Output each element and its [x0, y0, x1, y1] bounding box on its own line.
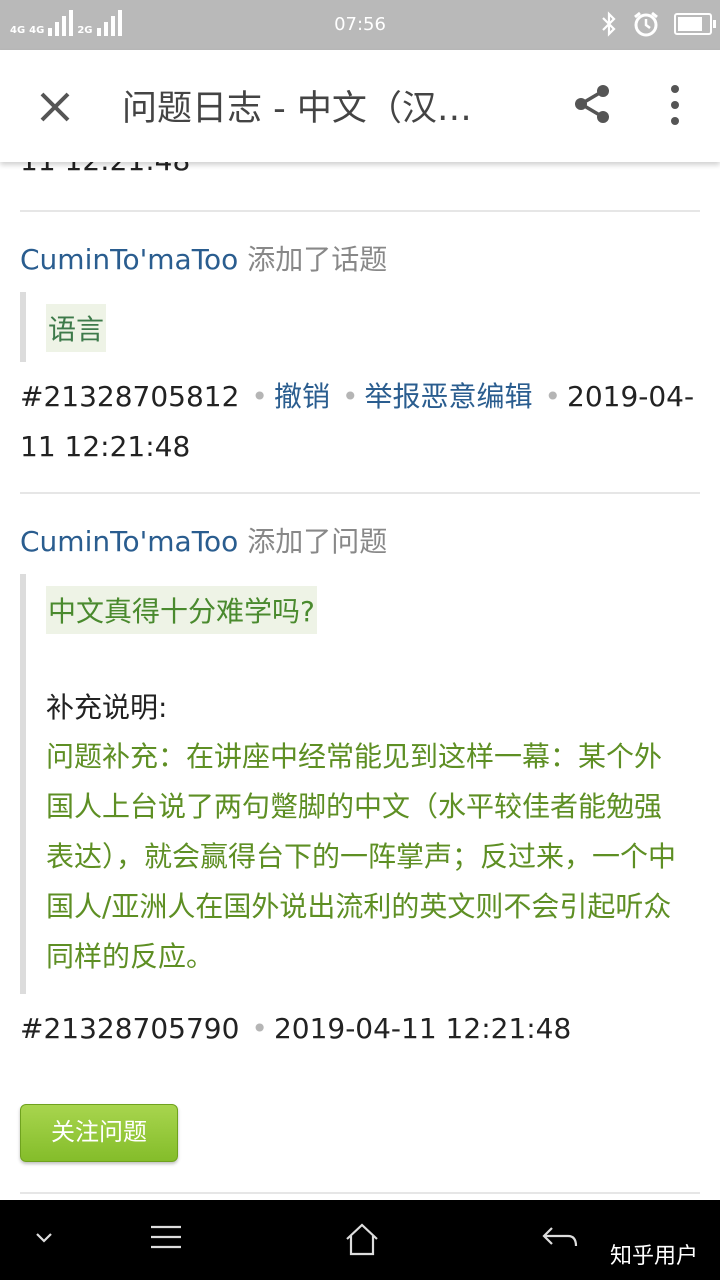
user-link[interactable]: CuminTo'maToo — [20, 243, 238, 276]
close-icon[interactable] — [30, 82, 80, 132]
divider — [20, 210, 700, 212]
home-icon[interactable] — [342, 1220, 382, 1258]
battery-level — [678, 17, 702, 31]
description-label: 补充说明: — [46, 691, 168, 724]
entry-header: CuminTo'maToo 添加了问题 — [20, 520, 387, 560]
divider — [20, 492, 700, 494]
entry-id: #21328705790 — [20, 1012, 240, 1045]
chevron-down-icon[interactable] — [34, 1230, 54, 1246]
entry-header: CuminTo'maToo 添加了话题 — [20, 238, 387, 278]
app-bar: 问题日志 - 中文（汉… — [0, 50, 720, 162]
navigation-bar: 知乎用户 — [0, 1200, 720, 1280]
entry-meta: #21328705790 • 2019-04-11 12:21:48 — [20, 1012, 572, 1045]
entry-meta: #21328705812 • 撤销 • 举报恶意编辑 • 2019-04- 11 12:21… — [20, 380, 695, 463]
description-text: 问题补充：在讲座中经常能见到这样一幕：某个外国人上台说了两句蹩脚的中文（水平较佳… — [46, 740, 677, 973]
entry-datetime: 2019-04-11 12:21:48 — [273, 1012, 572, 1045]
user-link[interactable]: CuminTo'maToo — [20, 525, 238, 558]
back-icon[interactable] — [540, 1224, 580, 1254]
menu-icon[interactable] — [148, 1222, 184, 1252]
question-quote: 中文真得十分难学吗? 补充说明: 问题补充：在讲座中经常能见到这样一幕：某个外国… — [20, 574, 706, 994]
topic-quote: 语言 — [20, 292, 706, 362]
report-link[interactable]: 举报恶意编辑 — [364, 380, 532, 413]
follow-question-button[interactable]: 关注问题 — [20, 1104, 178, 1162]
page-title: 问题日志 - 中文（汉… — [122, 89, 472, 129]
more-options-icon[interactable] — [660, 80, 690, 130]
divider — [20, 1192, 700, 1194]
status-bar: 4G 4G 2G 07:56 — [0, 0, 720, 50]
question-title[interactable]: 中文真得十分难学吗? — [46, 586, 317, 634]
watermark-text: 知乎用户 — [609, 1244, 698, 1269]
battery-icon — [674, 13, 716, 35]
entry-action: 添加了话题 — [247, 243, 388, 276]
log-content: 11 12:21:48 CuminTo'maToo 添加了话题 语言 #2132… — [0, 162, 720, 1200]
bluetooth-icon — [602, 11, 616, 37]
entry-date: 2019-04- — [567, 380, 695, 413]
entry-id: #21328705812 — [20, 380, 240, 413]
share-icon[interactable] — [570, 82, 614, 126]
topic-tag[interactable]: 语言 — [46, 304, 107, 352]
undo-link[interactable]: 撤销 — [274, 380, 330, 413]
entry-action: 添加了问题 — [247, 525, 388, 558]
entry-time: 11 12:21:48 — [20, 430, 191, 463]
alarm-icon — [634, 11, 658, 37]
previous-entry-datetime: 11 12:21:48 — [20, 162, 190, 177]
